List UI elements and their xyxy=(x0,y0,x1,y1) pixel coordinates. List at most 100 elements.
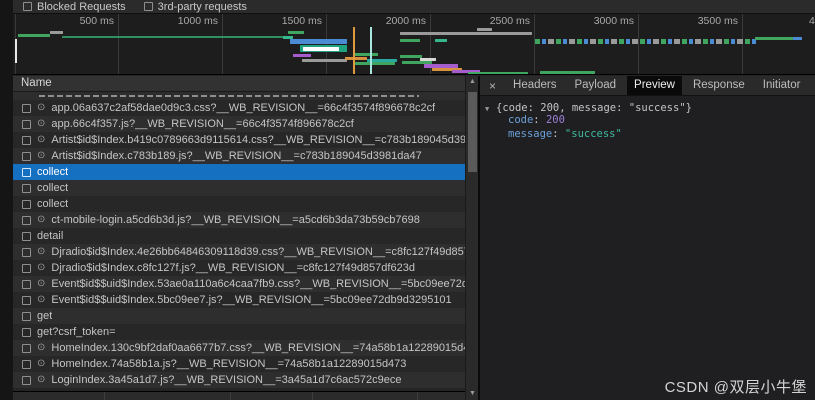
request-name: LoginIndex.3a45a1d7.js?__WB_REVISION__=3… xyxy=(51,374,401,386)
request-row[interactable]: ⊙Event$id$$uid$Index.5bc09ee7.js?__WB_RE… xyxy=(13,292,465,308)
row-checkbox[interactable] xyxy=(22,280,31,289)
blocked-requests-checkbox[interactable] xyxy=(23,2,32,11)
overview-drag-handle[interactable] xyxy=(15,39,17,63)
request-name: app.66c4f357.js?__WB_REVISION__=66c4f357… xyxy=(51,118,353,130)
request-name: Djradio$id$Index.c8fc127f.js?__WB_REVISI… xyxy=(51,262,415,274)
tab-response[interactable]: Response xyxy=(686,76,752,95)
clipped-row[interactable] xyxy=(13,92,465,100)
gear-icon: ⊙ xyxy=(37,279,45,289)
gear-icon: ⊙ xyxy=(37,215,45,225)
timeline-tick-label: 500 ms xyxy=(15,14,119,75)
request-row[interactable]: ⊙ct-mobile-login.a5cd6b3d.js?__WB_REVISI… xyxy=(13,212,465,228)
request-row[interactable]: ⊙app.06a637c2af58dae0d9c3.css?__WB_REVIS… xyxy=(13,100,465,116)
clipped-row-text xyxy=(39,95,419,97)
request-name: Event$id$$uid$Index.5bc09ee7.js?__WB_REV… xyxy=(51,294,451,306)
request-row[interactable]: collect xyxy=(13,196,465,212)
json-key: message xyxy=(508,128,552,140)
row-checkbox[interactable] xyxy=(22,248,31,257)
event-marker-line xyxy=(370,27,372,75)
row-checkbox[interactable] xyxy=(22,376,31,385)
json-value: 200 xyxy=(546,114,565,126)
row-checkbox[interactable] xyxy=(22,200,31,209)
blocked-requests-label: Blocked Requests xyxy=(37,1,126,13)
third-party-requests-checkbox-group[interactable]: 3rd-party requests xyxy=(144,1,247,13)
request-row[interactable]: collect xyxy=(13,164,465,180)
waterfall-bar xyxy=(18,34,50,37)
waterfall-bar xyxy=(535,39,757,44)
request-row[interactable]: ⊙ Artist$id$Index.b419c0789663d9115614.cs… xyxy=(13,132,465,148)
request-row[interactable]: collect xyxy=(13,180,465,196)
row-checkbox[interactable] xyxy=(22,152,31,161)
row-checkbox[interactable] xyxy=(22,328,31,337)
tab-timing[interactable]: Timing xyxy=(811,76,815,95)
tab-payload[interactable]: Payload xyxy=(567,76,623,95)
row-checkbox[interactable] xyxy=(22,296,31,305)
row-checkbox[interactable] xyxy=(22,184,31,193)
gear-icon: ⊙ xyxy=(37,263,45,273)
details-tabs: HeadersPayloadPreviewResponseInitiatorTi… xyxy=(504,76,815,95)
devtools-network-panel: Blocked Requests 3rd-party requests 500 … xyxy=(0,0,815,400)
tab-preview[interactable]: Preview xyxy=(627,76,682,95)
request-row[interactable]: ⊙ Djradio$id$Index.4e26bb64846309118d39.c… xyxy=(13,244,465,260)
request-row[interactable]: ⊙app.66c4f357.js?__WB_REVISION__=66c4f35… xyxy=(13,116,465,132)
row-checkbox[interactable] xyxy=(22,312,31,321)
json-key: code xyxy=(508,114,533,126)
request-name: collect xyxy=(37,198,68,210)
json-root-node[interactable]: ▼ {code: 200, message: "success"} xyxy=(480,102,815,114)
name-column-header[interactable]: Name xyxy=(13,76,465,92)
close-icon[interactable]: × xyxy=(480,79,504,93)
json-property[interactable]: code: 200 xyxy=(480,114,815,126)
json-value: "success" xyxy=(565,128,622,140)
list-scrollbar[interactable]: ▲ ▼ xyxy=(465,76,478,400)
request-row[interactable]: detail xyxy=(13,228,465,244)
request-name: Djradio$id$Index.4e26bb64846309118d39.cs… xyxy=(51,246,465,258)
network-filter-toolbar: Blocked Requests 3rd-party requests xyxy=(13,0,815,14)
third-party-requests-label: 3rd-party requests xyxy=(158,1,247,13)
request-row[interactable]: ⊙HomeIndex.74a58b1a.js?__WB_REVISION__=7… xyxy=(13,356,465,372)
request-row[interactable]: ⊙Event$id$$uid$Index.53ae0a110a6c4caa7fb… xyxy=(13,276,465,292)
request-row[interactable]: ⊙LoginIndex.3a45a1d7.js?__WB_REVISION__=… xyxy=(13,372,465,388)
gear-icon: ⊙ xyxy=(37,103,45,113)
gear-icon: ⊙ xyxy=(37,359,45,369)
gear-icon: ⊙ xyxy=(37,135,45,145)
json-properties: code: 200 message: "success" xyxy=(480,114,815,140)
waterfall-bar xyxy=(288,31,304,34)
request-row[interactable]: ⊙ Djradio$id$Index.c8fc127f.js?__WB_REVIS… xyxy=(13,260,465,276)
blocked-requests-checkbox-group[interactable]: Blocked Requests xyxy=(23,1,126,13)
waterfall-bar xyxy=(62,36,287,38)
request-name: HomeIndex.130c9bf2daf0aa6677b7.css?__WB_… xyxy=(51,342,465,354)
summary-bar xyxy=(13,391,465,400)
request-row[interactable]: ⊙HomeIndex.130c9bf2daf0aa6677b7.css?__WB… xyxy=(13,340,465,356)
row-checkbox[interactable] xyxy=(22,216,31,225)
timeline-tick-label: 1000 ms xyxy=(119,14,223,75)
request-row[interactable]: get?csrf_token= xyxy=(13,324,465,340)
waterfall-bar xyxy=(540,71,595,74)
tab-initiator[interactable]: Initiator xyxy=(756,76,808,95)
row-checkbox[interactable] xyxy=(22,232,31,241)
waterfall-bar xyxy=(355,62,395,65)
json-property[interactable]: message: "success" xyxy=(480,128,815,140)
timeline-tick-label: 3500 ms xyxy=(639,14,743,75)
third-party-requests-checkbox[interactable] xyxy=(144,2,153,11)
row-checkbox[interactable] xyxy=(22,168,31,177)
request-row[interactable]: ⊙Artist$id$Index.c783b189.js?__WB_REVISI… xyxy=(13,148,465,164)
watermark: CSDN @双层小牛堡 xyxy=(665,376,807,397)
row-checkbox[interactable] xyxy=(22,344,31,353)
waterfall-bar xyxy=(353,53,378,56)
row-checkbox[interactable] xyxy=(22,120,31,129)
expander-triangle-icon[interactable]: ▼ xyxy=(485,103,489,115)
tab-headers[interactable]: Headers xyxy=(506,76,563,95)
gear-icon: ⊙ xyxy=(37,247,45,257)
waterfall-bar xyxy=(345,57,367,60)
network-overview-timeline[interactable]: 500 ms1000 ms1500 ms2000 ms2500 ms3000 m… xyxy=(13,14,815,75)
row-checkbox[interactable] xyxy=(22,264,31,273)
request-name: Artist$id$Index.b419c0789663d9115614.css… xyxy=(51,134,465,146)
waterfall-bar xyxy=(755,37,793,40)
row-checkbox[interactable] xyxy=(22,136,31,145)
row-checkbox[interactable] xyxy=(22,360,31,369)
row-checkbox[interactable] xyxy=(22,104,31,113)
waterfall-bar xyxy=(400,55,422,58)
request-row[interactable]: get xyxy=(13,308,465,324)
scrollbar-thumb[interactable] xyxy=(468,92,477,172)
request-name: detail xyxy=(37,230,63,242)
